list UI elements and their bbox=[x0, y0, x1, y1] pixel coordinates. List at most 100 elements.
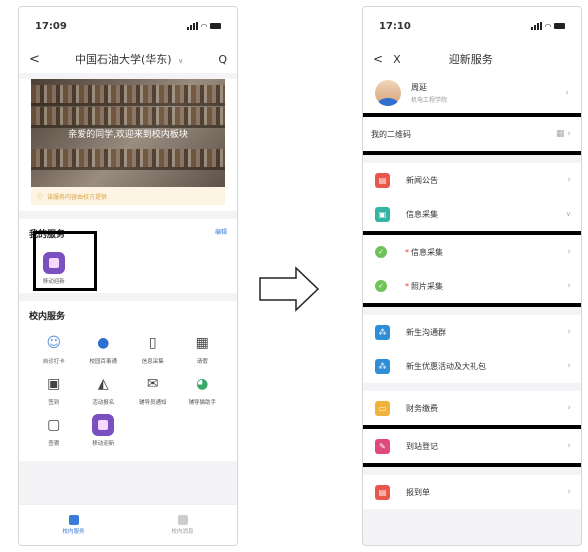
service-info-collect[interactable]: ▯ 信息采集 bbox=[128, 332, 178, 365]
row-label: 报到单 bbox=[406, 487, 430, 497]
service-checkin[interactable]: ▣ 签到 bbox=[29, 373, 79, 406]
robot-icon: ● bbox=[97, 335, 110, 351]
user-college: 机电工程学院 bbox=[411, 97, 448, 104]
menu-row-group[interactable]: ⁂ 新生沟通群 › bbox=[363, 315, 581, 349]
form-icon: ▤ bbox=[375, 484, 390, 500]
chevron-right-icon: › bbox=[567, 327, 571, 337]
row-label: 照片采集 bbox=[411, 281, 443, 291]
menu-row-gift[interactable]: ⁂ 新生优惠活动及大礼包 › bbox=[363, 349, 581, 383]
top-nav-bar: < 中国石油大学(华东) ∨ Q bbox=[19, 45, 237, 73]
service-leave[interactable]: ▦ 请假 bbox=[178, 332, 228, 365]
avatar bbox=[375, 80, 401, 106]
service-label: 辅导猫助手 bbox=[188, 400, 216, 406]
banner-text: 亲爱的同学,欢迎来到校内板块 bbox=[68, 130, 188, 140]
status-icons: ◠ bbox=[530, 21, 565, 31]
menu-row-news[interactable]: ▤ 新闻公告 › bbox=[363, 163, 581, 197]
phone-check-icon: ▢ bbox=[47, 417, 61, 433]
info-icon: ⓘ bbox=[37, 193, 44, 201]
wifi-icon: ◠ bbox=[544, 21, 551, 31]
chevron-right-icon: › bbox=[567, 403, 571, 413]
service-label: 查寝 bbox=[48, 441, 60, 447]
wifi-icon: ◠ bbox=[200, 21, 207, 31]
row-label: 新闻公告 bbox=[406, 175, 438, 185]
qr-icon: ▦ › bbox=[556, 129, 571, 139]
service-label: 请假 bbox=[196, 359, 208, 365]
tab-campus-messages[interactable]: 校内消息 bbox=[128, 505, 237, 545]
row-label: 财务缴费 bbox=[406, 403, 438, 413]
notice-bar: ⓘ 该服务内容由校方提供 bbox=[31, 187, 225, 205]
person-icon: ☺ bbox=[46, 335, 62, 351]
service-campus-guide[interactable]: ● 校园百事通 bbox=[79, 332, 129, 365]
menu-row-finance[interactable]: ▭ 财务缴费 › bbox=[363, 391, 581, 425]
campus-services-title: 校内服务 bbox=[29, 312, 66, 322]
service-label: 签到 bbox=[48, 400, 60, 406]
notice-text: 该服务内容由校方提供 bbox=[47, 193, 108, 201]
back-button[interactable]: < bbox=[373, 52, 383, 66]
row-label: 到站登记 bbox=[406, 441, 438, 451]
school-title: 中国石油大学(华东) bbox=[75, 53, 172, 66]
row-label: 信息采集 bbox=[406, 209, 438, 219]
close-button[interactable]: X bbox=[393, 53, 401, 66]
notice-icon: ✉ bbox=[146, 376, 159, 392]
transition-arrow-icon bbox=[259, 266, 320, 312]
service-label: 自诊打卡 bbox=[42, 359, 65, 365]
chevron-right-icon: › bbox=[567, 281, 571, 291]
tab-campus-services[interactable]: 校内服务 bbox=[19, 505, 128, 545]
battery-icon bbox=[554, 23, 565, 29]
group-icon: ⁂ bbox=[375, 324, 390, 340]
back-button[interactable]: < bbox=[29, 52, 40, 67]
service-assistant[interactable]: ◕ 辅导猫助手 bbox=[178, 373, 228, 406]
row-label: 新生沟通群 bbox=[406, 327, 446, 337]
service-self-check[interactable]: ☺ 自诊打卡 bbox=[29, 332, 79, 365]
search-icon[interactable]: Q bbox=[218, 53, 227, 66]
service-label: 辅导员通知 bbox=[138, 400, 167, 406]
service-label: 校园百事通 bbox=[89, 359, 117, 365]
signal-icon bbox=[186, 22, 198, 30]
battery-icon bbox=[210, 23, 221, 29]
highlight-box-my-service bbox=[33, 231, 97, 291]
tab-label: 校内消息 bbox=[171, 529, 194, 535]
school-selector[interactable]: 中国石油大学(华东) ∨ bbox=[40, 51, 218, 67]
service-welcome[interactable]: 移动迎新 bbox=[79, 414, 129, 447]
service-dorm-check[interactable]: ▢ 查寝 bbox=[29, 414, 79, 447]
gift-icon: ⁂ bbox=[375, 358, 390, 374]
edit-button[interactable]: 编辑 bbox=[215, 227, 227, 240]
menu-row-arrival[interactable]: ✎ 到站登记 › bbox=[363, 429, 581, 463]
page-title: 迎新服务 bbox=[448, 53, 493, 66]
collect-icon: ▣ bbox=[375, 206, 390, 222]
messages-tab-icon bbox=[177, 515, 188, 525]
bottom-tab-bar: 校内服务 校内消息 bbox=[19, 504, 237, 545]
welcome-app-icon bbox=[92, 414, 115, 436]
service-activity[interactable]: ◭ 活动报名 bbox=[79, 373, 129, 406]
right-phone-screen: 17:10 ◠ < X 迎新服务 周延 机电工程学院 › 我的二维码 ▦ › ▤… bbox=[362, 6, 582, 546]
news-icon: ▤ bbox=[375, 172, 390, 188]
service-counselor-notice[interactable]: ✉ 辅导员通知 bbox=[128, 373, 178, 406]
welcome-banner: 亲爱的同学,欢迎来到校内板块 bbox=[31, 79, 225, 187]
status-time: 17:09 bbox=[35, 20, 67, 32]
status-bar: 17:10 ◠ bbox=[363, 7, 581, 45]
chevron-right-icon: › bbox=[567, 247, 571, 257]
pencil-icon: ✎ bbox=[375, 438, 390, 454]
subrow-photo-collect[interactable]: ✓ * 照片采集 › bbox=[363, 269, 581, 303]
services-tab-icon bbox=[68, 515, 79, 525]
qr-code-row[interactable]: 我的二维码 ▦ › bbox=[363, 117, 581, 151]
chevron-down-icon: ∨ bbox=[178, 57, 184, 65]
user-name: 周延 bbox=[411, 83, 427, 92]
top-nav-bar: < X 迎新服务 bbox=[363, 45, 581, 73]
subrow-info-collect[interactable]: ✓ * 信息采集 › bbox=[363, 235, 581, 269]
left-phone-screen: 17:09 ◠ < 中国石油大学(华东) ∨ Q 亲爱的同学,欢迎来到校内板块 … bbox=[18, 6, 238, 546]
qr-label: 我的二维码 bbox=[371, 129, 411, 139]
menu-row-info-collect[interactable]: ▣ 信息采集 ∨ bbox=[363, 197, 581, 231]
chevron-right-icon: › bbox=[565, 88, 569, 98]
check-icon: ✓ bbox=[375, 246, 387, 258]
chevron-right-icon: › bbox=[567, 361, 571, 371]
menu-row-report-form[interactable]: ▤ 报到单 › bbox=[363, 475, 581, 509]
check-icon: ✓ bbox=[375, 280, 387, 292]
chevron-down-icon: ∨ bbox=[565, 210, 571, 218]
chevron-right-icon: › bbox=[567, 487, 571, 497]
status-bar: 17:09 ◠ bbox=[19, 7, 237, 45]
required-star: * bbox=[405, 247, 409, 257]
required-star: * bbox=[405, 281, 409, 291]
user-profile[interactable]: 周延 机电工程学院 › bbox=[363, 73, 581, 113]
tab-label: 校内服务 bbox=[62, 529, 85, 535]
